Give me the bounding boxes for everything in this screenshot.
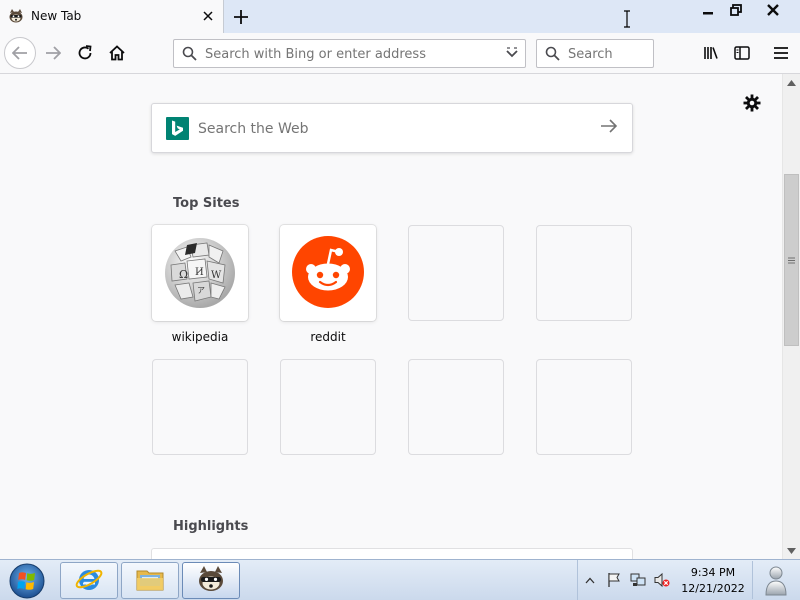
plus-icon[interactable] bbox=[228, 4, 254, 30]
close-tab-icon[interactable] bbox=[198, 6, 218, 26]
vertical-scrollbar[interactable] bbox=[782, 74, 800, 559]
text-cursor-icon bbox=[623, 10, 631, 31]
top-site-label[interactable]: wikipedia bbox=[152, 330, 248, 344]
search-icon bbox=[182, 46, 197, 64]
library-icon[interactable] bbox=[697, 39, 725, 67]
top-sites-heading: Top Sites bbox=[173, 196, 240, 211]
hamburger-menu-icon[interactable] bbox=[767, 39, 795, 67]
system-tray bbox=[577, 560, 677, 600]
arrow-right-icon[interactable] bbox=[600, 118, 618, 137]
top-site-empty-slot[interactable] bbox=[280, 359, 376, 455]
top-site-empty-slot[interactable] bbox=[536, 225, 632, 321]
top-site-tile-wikipedia[interactable]: Ω И W ア bbox=[152, 225, 248, 321]
windows-start-icon[interactable] bbox=[2, 562, 52, 600]
top-site-empty-slot[interactable] bbox=[152, 359, 248, 455]
network-icon[interactable] bbox=[630, 572, 646, 588]
highlights-heading: Highlights bbox=[173, 519, 249, 534]
top-site-empty-slot[interactable] bbox=[408, 225, 504, 321]
raccoon-icon bbox=[8, 8, 24, 24]
highlight-card[interactable] bbox=[151, 548, 633, 559]
top-site-label[interactable]: reddit bbox=[280, 330, 376, 344]
web-search-input[interactable] bbox=[198, 119, 578, 139]
user-icon[interactable] bbox=[752, 561, 798, 599]
tab-bar: New Tab bbox=[0, 0, 800, 33]
search-box[interactable] bbox=[536, 39, 654, 68]
close-window-icon[interactable] bbox=[759, 0, 787, 20]
url-input[interactable] bbox=[205, 45, 495, 63]
action-center-flag-icon[interactable] bbox=[606, 572, 622, 588]
bing-logo-icon bbox=[166, 117, 189, 140]
scroll-up-icon[interactable] bbox=[783, 74, 800, 91]
clock-date: 12/21/2022 bbox=[681, 582, 745, 595]
wikipedia-globe-icon: Ω И W ア bbox=[163, 235, 237, 312]
search-icon bbox=[545, 46, 560, 64]
restore-icon[interactable] bbox=[722, 0, 750, 20]
reddit-icon bbox=[291, 235, 365, 312]
taskbar-clock[interactable]: 9:34 PM 12/21/2022 bbox=[677, 565, 749, 597]
arrow-left-icon[interactable] bbox=[4, 37, 36, 69]
new-tab-page: Top Sites Ω И W ア wikipe bbox=[0, 74, 782, 559]
svg-text:И: И bbox=[195, 267, 204, 278]
reload-icon[interactable] bbox=[71, 39, 99, 67]
tab-new-tab[interactable]: New Tab bbox=[0, 0, 224, 33]
web-search-box[interactable] bbox=[151, 103, 633, 153]
taskbar-firefox[interactable] bbox=[182, 562, 240, 599]
internet-explorer-icon bbox=[74, 564, 104, 597]
top-site-tile-reddit[interactable] bbox=[280, 225, 376, 321]
volume-muted-icon[interactable] bbox=[654, 572, 670, 588]
firefox-raccoon-icon bbox=[196, 564, 226, 597]
gear-icon[interactable] bbox=[743, 94, 761, 115]
navigation-toolbar bbox=[0, 33, 800, 74]
taskbar-file-explorer[interactable] bbox=[121, 562, 179, 599]
svg-text:W: W bbox=[211, 270, 222, 281]
svg-text:Ω: Ω bbox=[179, 268, 188, 281]
windows-taskbar: 9:34 PM 12/21/2022 bbox=[0, 559, 800, 600]
tab-title: New Tab bbox=[31, 9, 82, 23]
chevron-down-icon[interactable] bbox=[505, 46, 519, 63]
arrow-right-icon[interactable] bbox=[39, 39, 67, 67]
minimize-icon[interactable] bbox=[694, 0, 722, 20]
scrollbar-thumb[interactable] bbox=[784, 174, 799, 346]
file-explorer-icon bbox=[135, 565, 165, 596]
search-input[interactable] bbox=[568, 45, 650, 63]
show-hidden-icon[interactable] bbox=[582, 572, 598, 588]
top-site-empty-slot[interactable] bbox=[536, 359, 632, 455]
home-icon[interactable] bbox=[103, 39, 131, 67]
url-bar[interactable] bbox=[173, 39, 526, 68]
svg-text:ア: ア bbox=[197, 286, 205, 295]
top-site-empty-slot[interactable] bbox=[408, 359, 504, 455]
taskbar-internet-explorer[interactable] bbox=[60, 562, 118, 599]
sidebar-icon[interactable] bbox=[728, 39, 756, 67]
clock-time: 9:34 PM bbox=[690, 566, 736, 579]
scroll-down-icon[interactable] bbox=[783, 542, 800, 559]
